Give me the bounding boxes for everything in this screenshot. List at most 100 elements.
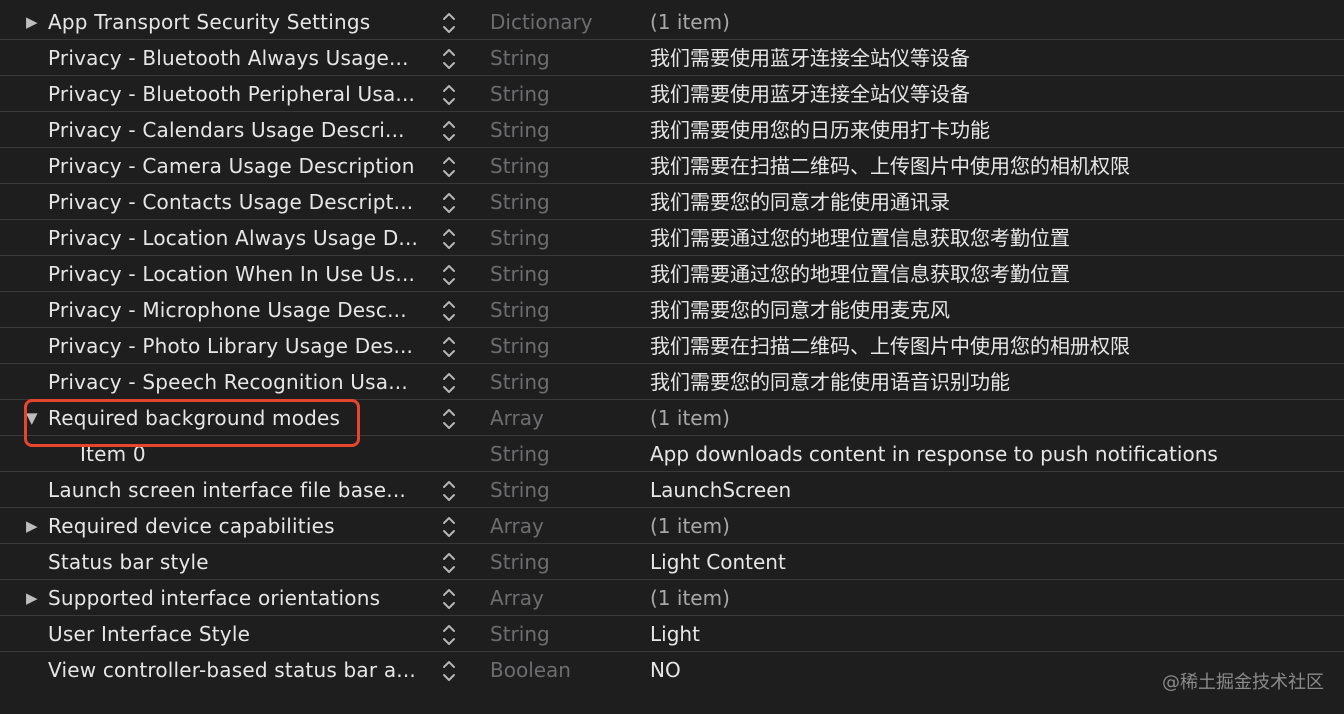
disclosure-right-icon[interactable]: ▶ bbox=[26, 518, 42, 534]
plist-type[interactable]: String bbox=[490, 184, 550, 220]
plist-value[interactable]: 我们需要在扫描二维码、上传图片中使用您的相册权限 bbox=[650, 328, 1130, 364]
plist-key[interactable]: Launch screen interface file base... bbox=[48, 472, 430, 508]
plist-type[interactable]: String bbox=[490, 472, 550, 508]
plist-row[interactable]: Privacy - Contacts Usage Descript... Stri… bbox=[0, 184, 1344, 220]
plist-row[interactable]: Privacy - Speech Recognition Usa... Strin… bbox=[0, 364, 1344, 400]
plist-value[interactable]: (1 item) bbox=[650, 508, 730, 544]
up-down-chevron-icon[interactable] bbox=[440, 370, 458, 396]
plist-value[interactable]: 我们需要您的同意才能使用通讯录 bbox=[650, 184, 950, 220]
up-down-chevron-icon[interactable] bbox=[440, 154, 458, 180]
plist-row[interactable]: Privacy - Bluetooth Always Usage... Strin… bbox=[0, 40, 1344, 76]
plist-type[interactable]: Array bbox=[490, 508, 544, 544]
plist-key[interactable]: User Interface Style bbox=[48, 616, 430, 652]
plist-key[interactable]: Required device capabilities bbox=[48, 508, 430, 544]
plist-value[interactable]: 我们需要通过您的地理位置信息获取您考勤位置 bbox=[650, 256, 1070, 292]
plist-key[interactable]: App Transport Security Settings bbox=[48, 4, 430, 40]
plist-value[interactable]: 我们需要使用您的日历来使用打卡功能 bbox=[650, 112, 990, 148]
plist-key[interactable]: Privacy - Bluetooth Peripheral Usa... bbox=[48, 76, 430, 112]
up-down-chevron-icon[interactable] bbox=[440, 190, 458, 216]
plist-value[interactable]: 我们需要您的同意才能使用麦克风 bbox=[650, 292, 950, 328]
up-down-chevron-icon[interactable] bbox=[440, 46, 458, 72]
plist-key[interactable]: Privacy - Speech Recognition Usa... bbox=[48, 364, 430, 400]
plist-row[interactable]: Privacy - Bluetooth Peripheral Usa... Str… bbox=[0, 76, 1344, 112]
up-down-chevron-icon[interactable] bbox=[440, 226, 458, 252]
plist-row[interactable]: Launch screen interface file base... Stri… bbox=[0, 472, 1344, 508]
disclosure-right-icon[interactable]: ▶ bbox=[26, 590, 42, 606]
up-down-chevron-icon[interactable] bbox=[440, 622, 458, 648]
plist-key[interactable]: Status bar style bbox=[48, 544, 430, 580]
plist-row[interactable]: Privacy - Location Always Usage D... Stri… bbox=[0, 220, 1344, 256]
plist-type[interactable]: String bbox=[490, 544, 550, 580]
plist-type[interactable]: String bbox=[490, 364, 550, 400]
plist-type[interactable]: String bbox=[490, 220, 550, 256]
plist-type[interactable]: Array bbox=[490, 580, 544, 616]
plist-row[interactable]: Privacy - Location When In Use Us... Stri… bbox=[0, 256, 1344, 292]
plist-value[interactable]: (1 item) bbox=[650, 400, 730, 436]
plist-child-row[interactable]: Item 0 String App downloads content in res… bbox=[0, 436, 1344, 472]
plist-value[interactable]: 我们需要使用蓝牙连接全站仪等设备 bbox=[650, 76, 970, 112]
plist-row[interactable]: Privacy - Microphone Usage Desc... String… bbox=[0, 292, 1344, 328]
up-down-chevron-icon[interactable] bbox=[440, 658, 458, 684]
plist-value[interactable]: 我们需要使用蓝牙连接全站仪等设备 bbox=[650, 40, 970, 76]
plist-editor: ▶ App Transport Security Settings Dictiona… bbox=[0, 0, 1344, 714]
plist-row[interactable]: ▶ App Transport Security Settings Dictiona… bbox=[0, 4, 1344, 40]
plist-type[interactable]: String bbox=[490, 76, 550, 112]
plist-key[interactable]: View controller-based status bar a... bbox=[48, 652, 430, 688]
plist-row[interactable]: Privacy - Camera Usage Description String… bbox=[0, 148, 1344, 184]
plist-row[interactable]: User Interface Style String Light bbox=[0, 616, 1344, 652]
plist-value[interactable]: (1 item) bbox=[650, 580, 730, 616]
plist-type[interactable]: String bbox=[490, 112, 550, 148]
up-down-chevron-icon[interactable] bbox=[440, 82, 458, 108]
plist-key[interactable]: Required background modes bbox=[48, 400, 430, 436]
plist-row[interactable]: Status bar style String Light Content bbox=[0, 544, 1344, 580]
up-down-chevron-icon[interactable] bbox=[440, 118, 458, 144]
plist-key[interactable]: Privacy - Microphone Usage Desc... bbox=[48, 292, 430, 328]
plist-value[interactable]: (1 item) bbox=[650, 4, 730, 40]
plist-type[interactable]: Boolean bbox=[490, 652, 571, 688]
plist-value[interactable]: NO bbox=[650, 652, 681, 688]
plist-key[interactable]: Privacy - Bluetooth Always Usage... bbox=[48, 40, 430, 76]
up-down-chevron-icon[interactable] bbox=[440, 10, 458, 36]
plist-row[interactable]: View controller-based status bar a... Boo… bbox=[0, 652, 1344, 688]
plist-value[interactable]: App downloads content in response to pus… bbox=[650, 436, 1218, 472]
plist-row[interactable]: ▶ Required device capabilities Array (1 ite… bbox=[0, 508, 1344, 544]
plist-type[interactable]: String bbox=[490, 436, 550, 472]
plist-value[interactable]: LaunchScreen bbox=[650, 472, 791, 508]
plist-row[interactable]: Privacy - Photo Library Usage Des... Stri… bbox=[0, 328, 1344, 364]
up-down-chevron-icon[interactable] bbox=[440, 406, 458, 432]
plist-row[interactable]: ▶ Supported interface orientations Array (1… bbox=[0, 580, 1344, 616]
plist-value[interactable]: Light bbox=[650, 616, 700, 652]
plist-value[interactable]: Light Content bbox=[650, 544, 786, 580]
plist-value[interactable]: 我们需要在扫描二维码、上传图片中使用您的相机权限 bbox=[650, 148, 1130, 184]
up-down-chevron-icon[interactable] bbox=[440, 550, 458, 576]
plist-key[interactable]: Privacy - Location Always Usage D... bbox=[48, 220, 430, 256]
plist-key[interactable]: Privacy - Contacts Usage Descript... bbox=[48, 184, 430, 220]
plist-row[interactable]: Privacy - Calendars Usage Descri... Strin… bbox=[0, 112, 1344, 148]
disclosure-down-icon[interactable]: ▼ bbox=[26, 410, 42, 426]
plist-key[interactable]: Privacy - Camera Usage Description bbox=[48, 148, 430, 184]
plist-type[interactable]: String bbox=[490, 148, 550, 184]
up-down-chevron-icon[interactable] bbox=[440, 586, 458, 612]
plist-value[interactable]: 我们需要您的同意才能使用语音识别功能 bbox=[650, 364, 1010, 400]
plist-key[interactable]: Privacy - Calendars Usage Descri... bbox=[48, 112, 430, 148]
up-down-chevron-icon[interactable] bbox=[440, 334, 458, 360]
plist-key[interactable]: Supported interface orientations bbox=[48, 580, 430, 616]
plist-type[interactable]: Array bbox=[490, 400, 544, 436]
watermark: @稀土掘金技术社区 bbox=[1162, 672, 1324, 693]
plist-type[interactable]: String bbox=[490, 328, 550, 364]
up-down-chevron-icon[interactable] bbox=[440, 298, 458, 324]
up-down-chevron-icon[interactable] bbox=[440, 514, 458, 540]
plist-row[interactable]: ▼ Required background modes Array (1 item) bbox=[0, 400, 1344, 436]
plist-type[interactable]: String bbox=[490, 292, 550, 328]
plist-key[interactable]: Privacy - Photo Library Usage Des... bbox=[48, 328, 430, 364]
plist-type[interactable]: Dictionary bbox=[490, 4, 593, 40]
plist-key[interactable]: Item 0 bbox=[80, 436, 462, 472]
plist-type[interactable]: String bbox=[490, 256, 550, 292]
plist-value[interactable]: 我们需要通过您的地理位置信息获取您考勤位置 bbox=[650, 220, 1070, 256]
plist-key[interactable]: Privacy - Location When In Use Us... bbox=[48, 256, 430, 292]
disclosure-right-icon[interactable]: ▶ bbox=[26, 14, 42, 30]
up-down-chevron-icon[interactable] bbox=[440, 478, 458, 504]
plist-type[interactable]: String bbox=[490, 616, 550, 652]
up-down-chevron-icon[interactable] bbox=[440, 262, 458, 288]
plist-type[interactable]: String bbox=[490, 40, 550, 76]
